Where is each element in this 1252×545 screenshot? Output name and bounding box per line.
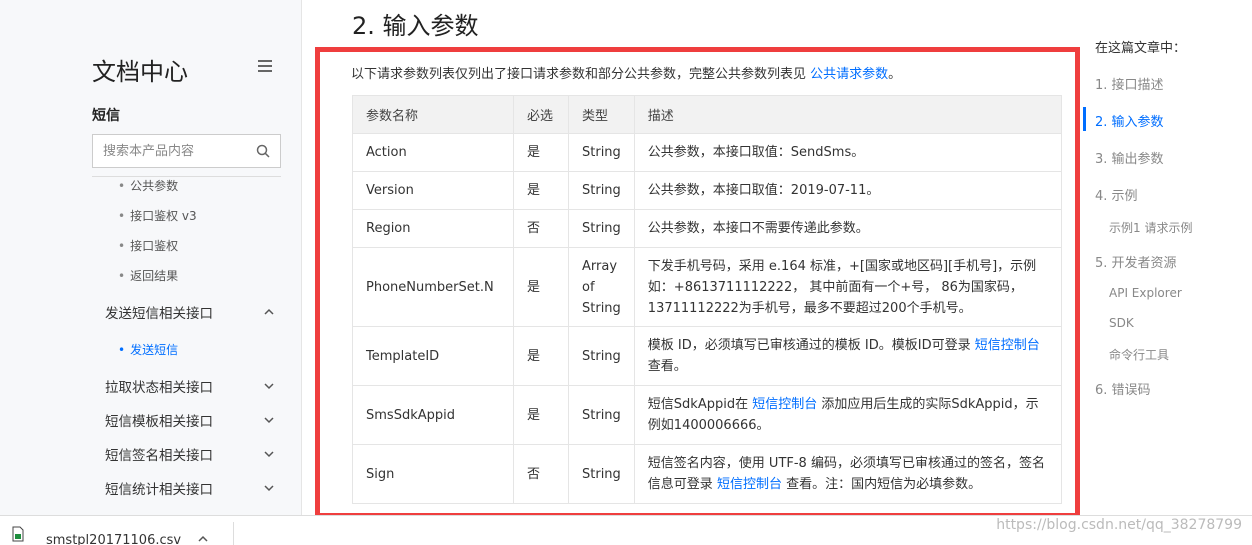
chevron-up-icon[interactable] [197, 533, 209, 543]
nav-item-return-result[interactable]: • 返回结果 [118, 267, 178, 284]
download-separator [233, 522, 234, 545]
chevron-down-icon [264, 417, 274, 424]
nav-item-label: 返回结果 [130, 269, 179, 283]
nav-group-send-sms[interactable]: 发送短信相关接口 [105, 302, 275, 322]
watermark: https://blog.csdn.net/qq_38278799 [996, 517, 1242, 533]
nav-item-label: 发送短信 [130, 343, 179, 357]
nav-item-label: 公共参数 [130, 179, 179, 193]
nav-group-label: 短信模板相关接口 [105, 414, 213, 430]
nav-group-label: 拉取状态相关接口 [105, 380, 213, 396]
nav-item-label: 接口鉴权 [130, 239, 179, 253]
nav-item-public-params[interactable]: • 公共参数 [118, 177, 178, 194]
nav-group-label: 短信统计相关接口 [105, 482, 213, 498]
file-icon[interactable] [12, 526, 24, 542]
toc-item-examples[interactable]: 4. 示例 [1095, 185, 1138, 204]
toc-item-input-params[interactable]: 2. 输入参数 [1095, 111, 1164, 130]
toc-item-cli[interactable]: 命令行工具 [1109, 346, 1169, 363]
toc-item-output-params[interactable]: 3. 输出参数 [1095, 148, 1164, 167]
nav-item-auth-v3[interactable]: • 接口鉴权 v3 [118, 207, 197, 224]
toc-item-error-codes[interactable]: 6. 错误码 [1095, 379, 1151, 398]
nav-group-sms-sign[interactable]: 短信签名相关接口 [105, 444, 275, 464]
nav-group-pull-status[interactable]: 拉取状态相关接口 [105, 376, 275, 396]
nav-group-sms-template[interactable]: 短信模板相关接口 [105, 410, 275, 430]
toc-heading: 在这篇文章中： [1095, 41, 1187, 56]
section-title: 2. 输入参数 [352, 12, 479, 40]
nav-group-label: 发送短信相关接口 [105, 306, 213, 322]
left-sidebar: 文档中心 短信 •公共参数 •接口鉴权 v3 •接口鉴权 •返回结果 发送短信相… [0, 0, 302, 515]
product-name[interactable]: 短信 [92, 105, 120, 125]
chevron-down-icon [264, 451, 274, 458]
search-icon[interactable] [256, 144, 270, 158]
menu-icon[interactable] [258, 60, 272, 72]
search-input[interactable] [93, 135, 243, 167]
nav-group-sms-stats[interactable]: 短信统计相关接口 [105, 478, 275, 498]
download-file-name[interactable]: smstpl20171106.csv [46, 533, 181, 545]
toc-item-api-explorer[interactable]: API Explorer [1109, 286, 1182, 300]
nav-item-auth[interactable]: • 接口鉴权 [118, 237, 178, 254]
toc-item-example-1[interactable]: 示例1 请求示例 [1109, 219, 1192, 236]
toc-active-indicator [1083, 107, 1086, 131]
toc-item-dev-resources[interactable]: 5. 开发者资源 [1095, 252, 1177, 271]
toc-item-api-description[interactable]: 1. 接口描述 [1095, 74, 1164, 93]
nav-item-label: 接口鉴权 v3 [130, 209, 197, 223]
search-box [92, 134, 281, 168]
chevron-up-icon [264, 308, 274, 315]
nav-group-label: 短信签名相关接口 [105, 448, 213, 464]
nav-item-send-sms[interactable]: • 发送短信 [118, 341, 178, 358]
table-of-contents: 在这篇文章中： 1. 接口描述 2. 输入参数 3. 输出参数 4. 示例 示例… [1083, 30, 1252, 515]
highlight-box [315, 47, 1080, 518]
chevron-down-icon [264, 383, 274, 390]
chevron-down-icon [264, 485, 274, 492]
doc-center-title[interactable]: 文档中心 [92, 52, 188, 87]
toc-item-sdk[interactable]: SDK [1109, 316, 1134, 330]
